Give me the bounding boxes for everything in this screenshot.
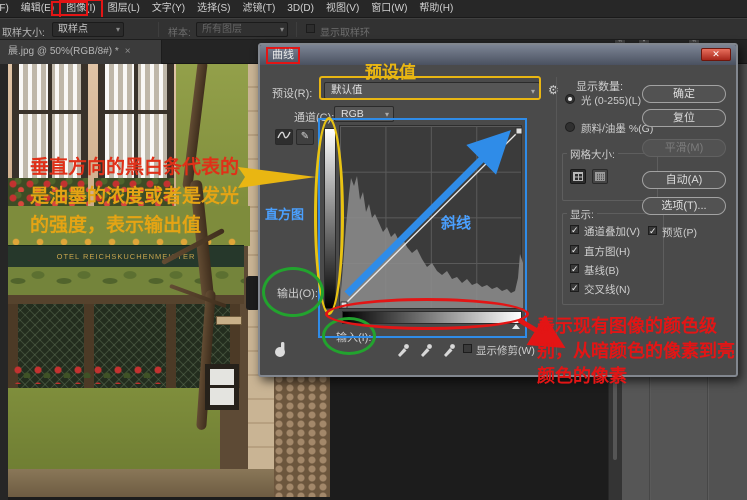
white-point-eyedropper[interactable]: [442, 341, 456, 357]
baseline-checkbox[interactable]: ✓: [570, 264, 579, 273]
grid-size-quarter-button[interactable]: [570, 169, 586, 184]
histogram-checkbox[interactable]: ✓: [570, 245, 579, 254]
photo-lower-green-wall: [8, 388, 220, 473]
dialog-title: 曲线: [266, 47, 300, 64]
sample-label: 样本:: [168, 24, 191, 39]
photo-window-mullion: [210, 385, 234, 388]
gear-icon[interactable]: ⚙: [548, 83, 559, 97]
black-point-eyedropper[interactable]: [396, 341, 410, 357]
auto-button[interactable]: 自动(A): [642, 171, 726, 189]
gray-point-eyedropper[interactable]: [419, 341, 433, 357]
menu-view[interactable]: 视图(V): [320, 0, 365, 18]
grid-quarter-icon: [573, 172, 583, 181]
radio-light[interactable]: [565, 94, 575, 104]
menu-help[interactable]: 帮助(H): [413, 0, 459, 18]
channel-overlay-checkbox[interactable]: ✓: [570, 225, 579, 234]
menu-select[interactable]: 选择(S): [191, 0, 236, 18]
photo-window-post: [166, 304, 176, 388]
menu-file[interactable]: 文件(F): [0, 0, 15, 18]
sample-size-dropdown[interactable]: 取样点 ▾: [52, 22, 124, 37]
curve-tool-button[interactable]: [275, 129, 293, 145]
sample-dropdown: 所有图层 ▾: [196, 22, 288, 37]
options-button[interactable]: 选项(T)...: [642, 197, 726, 215]
annotation-histogram-label: 直方图: [265, 204, 304, 223]
sample-value: 所有图层: [202, 24, 242, 35]
radio-pigment-label: 颜料/油墨 %(G): [581, 121, 653, 136]
crosshair-checkbox[interactable]: ✓: [570, 283, 579, 292]
annotation-left-note-line3: 的强度，表示输出值: [30, 211, 260, 240]
menu-window[interactable]: 窗口(W): [365, 0, 413, 18]
preset-label: 预设(R):: [272, 85, 312, 101]
annotation-right-note-line2: 别，从暗颜色的像素到亮: [537, 339, 745, 364]
radio-light-label: 光 (0-255)(L): [581, 93, 641, 108]
eyedropper-icon: [419, 341, 433, 357]
annotation-right-note-line1: 表示现有图像的颜色级: [537, 314, 745, 339]
show-ring-checkbox[interactable]: [306, 24, 315, 33]
photoshop-window: OTEL REICHSKUCHENMEISTER 文件(F) 编辑(E) 图像(…: [0, 0, 747, 500]
channel-overlay-label: 通道叠加(V): [584, 224, 640, 239]
photo-flower-box-lower: [12, 362, 162, 384]
chevron-down-icon: ▾: [116, 23, 120, 36]
sample-size-label: 取样大小:: [2, 24, 45, 39]
crosshair-label: 交叉线(N): [584, 282, 630, 297]
menu-bar: 文件(F) 编辑(E) 图像(I) 图层(L) 文字(Y) 选择(S) 滤镜(T…: [0, 0, 747, 18]
grid-fine-icon: [595, 172, 605, 181]
annotation-right-note-line3: 颜色的像素: [537, 364, 745, 389]
photo-window-bar: [105, 110, 167, 114]
annotation-box-preset-dropdown: [319, 76, 541, 100]
options-separator: [158, 22, 159, 37]
grid-size-fine-button[interactable]: [592, 169, 608, 184]
pencil-icon: ✎: [301, 131, 309, 142]
annotation-left-note-line1: 垂直方向的黑白条代表的: [30, 153, 260, 182]
menu-3d[interactable]: 3D(D): [281, 0, 320, 18]
hand-icon: [272, 341, 292, 359]
show-title: 显示:: [567, 207, 597, 222]
targeted-adjustment-tool[interactable]: [272, 341, 292, 364]
menu-filter[interactable]: 滤镜(T): [237, 0, 282, 18]
menu-layer[interactable]: 图层(L): [102, 0, 146, 18]
reset-button[interactable]: 复位: [642, 109, 726, 127]
document-tab-title: 晨.jpg @ 50%(RGB/8#) *: [8, 46, 119, 57]
dialog-close-button[interactable]: ✕: [701, 48, 731, 61]
sample-size-value: 取样点: [58, 24, 88, 35]
annotation-box-image-menu: [51, 1, 88, 16]
document-tab[interactable]: 晨.jpg @ 50%(RGB/8#) * ×: [0, 40, 162, 64]
options-bar: 取样大小: 取样点 ▾ 样本: 所有图层 ▾ 显示取样环: [0, 18, 747, 40]
eyedropper-icon: [442, 341, 456, 357]
histogram-label: 直方图(H): [584, 244, 630, 259]
grid-size-title: 网格大小:: [567, 147, 618, 162]
annotation-diagonal-label: 斜线: [441, 212, 471, 233]
photo-wall-plaque: [216, 316, 242, 325]
preview-checkbox[interactable]: ✓: [648, 226, 657, 235]
eyedropper-icon: [396, 341, 410, 357]
annotation-ellipse-input-bar: [325, 298, 529, 330]
annotation-left-note: 垂直方向的黑白条代表的 是油墨的浓度或者是发光 的强度，表示输出值: [30, 153, 260, 240]
show-ring-label: 显示取样环: [320, 24, 370, 39]
baseline-label: 基线(B): [584, 263, 619, 278]
photo-small-white-window: [205, 364, 239, 410]
annotation-right-note: 表示现有图像的颜色级 别，从暗颜色的像素到亮 颜色的像素: [537, 314, 745, 389]
show-clip-checkbox[interactable]: [463, 344, 472, 353]
tab-close-icon[interactable]: ×: [125, 46, 131, 57]
smooth-button: 平滑(M): [642, 139, 726, 157]
display-amount-title: 显示数量:: [576, 78, 623, 94]
menu-type[interactable]: 文字(Y): [146, 0, 191, 18]
chevron-down-icon: ▾: [280, 23, 284, 36]
annotation-left-note-line2: 是油墨的浓度或者是发光: [30, 182, 260, 211]
curve-icon: [277, 130, 291, 140]
canvas-left-edge: [0, 64, 8, 500]
options-separator: [296, 22, 297, 37]
annotation-ellipse-output-label: [262, 267, 324, 317]
dialog-titlebar[interactable]: 曲线 ✕: [260, 45, 736, 65]
photo-window-bar: [19, 110, 81, 114]
preview-label: 预览(P): [662, 225, 697, 240]
annotation-diagonal-arrow: [335, 120, 525, 310]
ok-button[interactable]: 确定: [642, 85, 726, 103]
radio-pigment[interactable]: [565, 122, 575, 132]
pencil-tool-button[interactable]: ✎: [296, 129, 314, 145]
